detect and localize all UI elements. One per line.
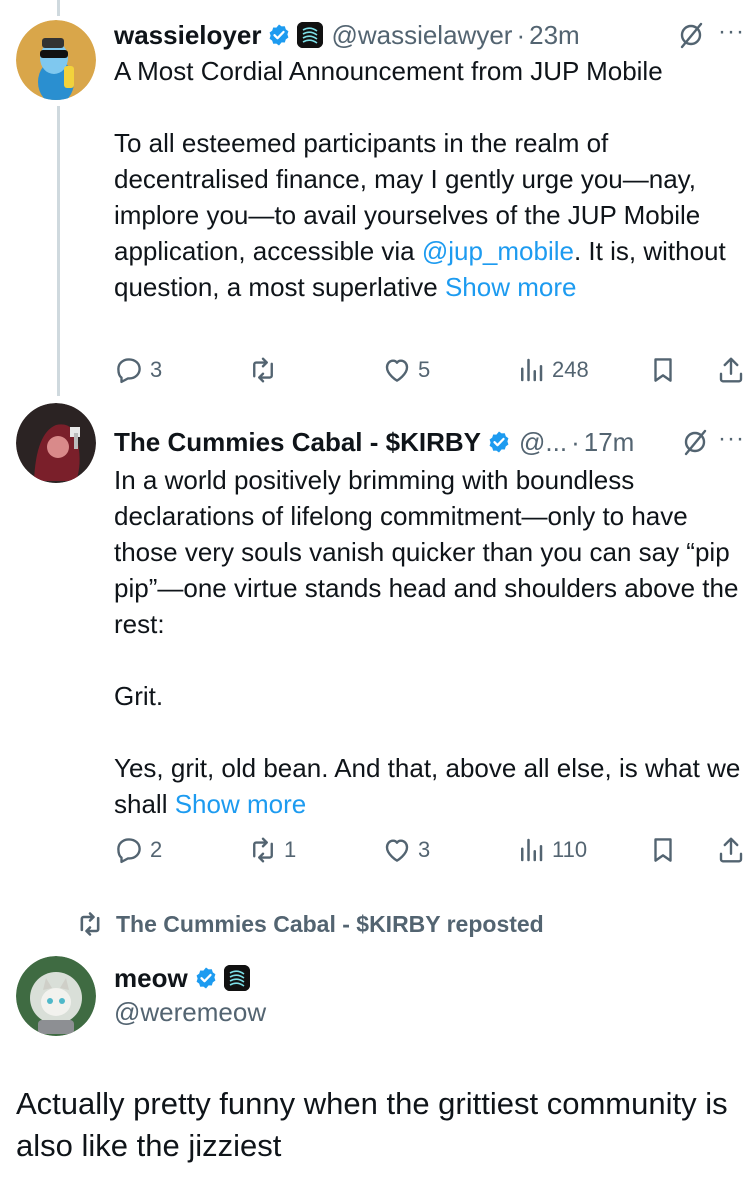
reply-count: 3: [150, 357, 163, 382]
author-name[interactable]: The Cummies Cabal - $KIRBY: [114, 427, 481, 458]
show-more-link[interactable]: Show more: [445, 272, 577, 302]
share-button[interactable]: [716, 830, 746, 870]
tweet-1-actions: 3 5 248: [114, 350, 744, 390]
like-icon: [385, 359, 409, 382]
timestamp[interactable]: 23m: [529, 20, 580, 51]
tweet-1-paragraph: To all esteemed participants in the real…: [114, 128, 726, 302]
views-button[interactable]: 110: [516, 830, 587, 870]
views-icon: [521, 358, 543, 382]
verified-badge-icon: [487, 430, 511, 454]
reply-button[interactable]: 2: [114, 830, 162, 870]
repost-icon: [253, 357, 273, 383]
separator-dot: ·: [571, 426, 580, 457]
tweet-2-paragraph-3: Yes, grit, old bean. And that, above all…: [114, 753, 741, 819]
author-handle[interactable]: @weremeow: [114, 997, 266, 1028]
views-count: 110: [552, 837, 588, 862]
affiliate-badge-icon[interactable]: [297, 22, 324, 48]
grok-icon[interactable]: [680, 427, 710, 457]
repost-icon: [253, 837, 273, 863]
author-name[interactable]: meow: [114, 963, 188, 994]
tweet-2-text: In a world positively brimming with boun…: [114, 462, 744, 822]
bookmark-icon: [654, 358, 672, 382]
like-count: 3: [418, 837, 431, 862]
share-icon: [719, 837, 743, 863]
repost-button[interactable]: 1: [248, 830, 296, 870]
like-button[interactable]: 3: [382, 830, 430, 870]
avatar-cummies-cabal[interactable]: [16, 403, 96, 483]
tweet-1-header: wassieloyer @wassielawyer · 23m: [114, 17, 580, 53]
like-button[interactable]: 5: [382, 350, 430, 390]
quoted-author: meow: [114, 960, 250, 996]
grok-icon[interactable]: [676, 20, 706, 50]
avatar-meow[interactable]: [16, 956, 96, 1036]
author-name[interactable]: wassieloyer: [114, 20, 261, 51]
affiliate-badge-icon[interactable]: [223, 965, 250, 991]
share-button[interactable]: [716, 350, 746, 390]
reply-button[interactable]: 3: [114, 350, 162, 390]
like-icon: [385, 839, 409, 862]
tweet-main-text: Actually pretty funny when the grittiest…: [16, 1086, 728, 1163]
views-icon: [521, 838, 543, 862]
views-button[interactable]: 248: [516, 350, 589, 390]
author-handle[interactable]: @wassielawyer: [331, 20, 512, 51]
avatar-wassieloyer[interactable]: [16, 20, 96, 100]
tweet-2-paragraph-2: Grit.: [114, 681, 164, 711]
mention-link[interactable]: @jup_mobile: [422, 236, 574, 266]
verified-badge-icon: [194, 966, 218, 990]
share-icon: [719, 357, 743, 383]
reply-icon: [117, 358, 141, 384]
repost-banner-text: The Cummies Cabal - $KIRBY reposted: [116, 910, 544, 937]
repost-banner[interactable]: The Cummies Cabal - $KIRBY reposted: [76, 907, 544, 941]
reply-icon: [117, 838, 141, 864]
repost-icon: [80, 912, 100, 936]
repost-button[interactable]: [248, 350, 284, 390]
tweet-1-text: A Most Cordial Announcement from JUP Mob…: [114, 53, 744, 305]
show-more-link[interactable]: Show more: [175, 789, 307, 819]
tweet-2-paragraph-1: In a world positively brimming with boun…: [114, 465, 739, 639]
thread-line-middle: [57, 106, 60, 396]
more-icon[interactable]: ···: [718, 425, 745, 453]
bookmark-icon: [654, 838, 672, 862]
tweet-2-header: The Cummies Cabal - $KIRBY @... · 17m: [114, 424, 634, 460]
like-count: 5: [418, 357, 431, 382]
more-icon[interactable]: ···: [718, 18, 745, 46]
bookmark-button[interactable]: [648, 830, 678, 870]
views-count: 248: [552, 357, 589, 382]
verified-badge-icon: [267, 23, 291, 47]
separator-dot: ·: [516, 19, 526, 50]
timestamp[interactable]: 17m: [584, 427, 635, 458]
reply-count: 2: [150, 837, 163, 862]
bookmark-button[interactable]: [648, 350, 678, 390]
tweet-1-title: A Most Cordial Announcement from JUP Mob…: [114, 56, 663, 86]
author-handle[interactable]: @...: [519, 427, 567, 458]
tweet-2-actions: 2 1 3 110: [114, 830, 744, 870]
thread-line-top: [57, 0, 60, 16]
repost-count: 1: [284, 837, 297, 862]
